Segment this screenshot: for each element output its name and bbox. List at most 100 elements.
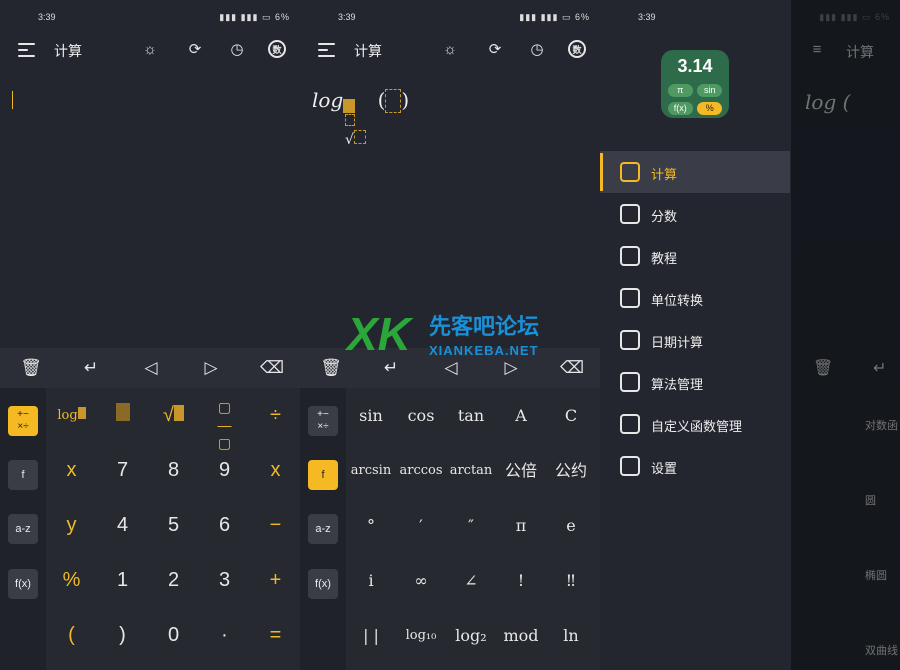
trash-icon[interactable]: 🗑	[20, 358, 42, 378]
menu-icon[interactable]	[18, 43, 35, 57]
left-arrow-icon[interactable]: ◁	[140, 358, 162, 378]
mode-letters-button[interactable]: a-z	[8, 514, 38, 544]
status-time-3: 3:39	[638, 12, 656, 22]
key-fraction[interactable]: ▢ — ▢	[199, 388, 250, 451]
func-key-3-0[interactable]: i	[346, 553, 396, 608]
key-0-1[interactable]: 7	[97, 443, 148, 498]
drawer-item-4[interactable]: 日期计算	[600, 319, 790, 361]
func-key-1-3[interactable]: 公倍	[496, 443, 546, 498]
func-key-3-3[interactable]: !	[496, 553, 546, 608]
key-2-0[interactable]: %	[46, 553, 97, 608]
func-key-1-1[interactable]: arccos	[396, 443, 446, 498]
function-icon	[620, 414, 640, 434]
rotate-icon-2[interactable]: ⟳	[485, 40, 505, 60]
mode-function-button-2[interactable]: f	[308, 460, 338, 490]
convert-icon	[620, 288, 640, 308]
func-key-2-2[interactable]: ″	[446, 498, 496, 553]
func-key-4-0[interactable]: | |	[346, 608, 396, 663]
drawer-item-1[interactable]: 分数	[600, 193, 790, 235]
key-3-4[interactable]: =	[250, 608, 300, 663]
drawer-item-0[interactable]: 计算	[600, 151, 790, 193]
watermark-english: XIANKEBA.NET	[429, 343, 539, 358]
book-icon	[620, 246, 640, 266]
drawer-item-5[interactable]: 算法管理	[600, 361, 790, 403]
func-key-3-2[interactable]: ∠	[446, 553, 496, 608]
key-0-0[interactable]: x	[46, 443, 97, 498]
func-key-0-2[interactable]: tan	[446, 388, 496, 443]
mode-function-button[interactable]: f	[8, 460, 38, 490]
backspace-icon-2[interactable]: ⌫	[560, 358, 584, 378]
key-log[interactable]: log	[46, 388, 97, 443]
backspace-icon[interactable]: ⌫	[260, 358, 284, 378]
func-key-2-4[interactable]: e	[546, 498, 596, 553]
key-0-2[interactable]: 8	[148, 443, 199, 498]
drawer-item-6[interactable]: 自定义函数管理	[600, 403, 790, 445]
mode-basic-button[interactable]: +− ×÷	[8, 406, 38, 436]
key-2-4[interactable]: +	[250, 553, 300, 608]
mode-letters-button-2[interactable]: a-z	[308, 514, 338, 544]
enter-icon-dim: ↵	[873, 360, 887, 377]
key-sqrt[interactable]: √	[148, 388, 199, 443]
key-1-3[interactable]: 6	[199, 498, 250, 553]
key-1-1[interactable]: 4	[97, 498, 148, 553]
func-key-0-4[interactable]: C	[546, 388, 596, 443]
drawer-item-label: 单位转换	[651, 293, 704, 308]
dim-category-label: 双曲线	[865, 645, 898, 657]
right-arrow-icon[interactable]: ▷	[200, 358, 222, 378]
key-0-4[interactable]: x	[250, 443, 300, 498]
func-key-4-4[interactable]: ln	[546, 608, 596, 663]
status-time-2: 3:39	[338, 12, 356, 22]
enter-icon[interactable]: ↵	[80, 358, 102, 378]
key-3-2[interactable]: 0	[148, 608, 199, 663]
history-icon-2[interactable]: ◷	[527, 40, 547, 60]
drawer-scrim[interactable]: ≡ 计算 log ( 🗑 ↵ 对数函圆椭圆 双曲线	[791, 0, 900, 670]
func-key-2-0[interactable]: °	[346, 498, 396, 553]
func-key-2-1[interactable]: ′	[396, 498, 446, 553]
key-1-2[interactable]: 5	[148, 498, 199, 553]
key-3-3[interactable]: ·	[199, 608, 250, 663]
dim-category-label: 对数函	[865, 420, 898, 432]
calculator-icon	[620, 162, 640, 182]
status-bar-2: 3:39 ▮▮▮ ▮▮▮ ▭ 6%	[300, 12, 600, 26]
func-key-0-3[interactable]: A	[496, 388, 546, 443]
func-key-1-4[interactable]: 公约	[546, 443, 596, 498]
key-1-4[interactable]: −	[250, 498, 300, 553]
key-divide[interactable]: ÷	[250, 388, 300, 443]
brightness-icon-2[interactable]: ☼	[440, 40, 460, 60]
key-2-2[interactable]: 2	[148, 553, 199, 608]
drawer-item-2[interactable]: 教程	[600, 235, 790, 277]
mode-basic-button-2[interactable]: +− ×÷	[308, 406, 338, 436]
key-3-1[interactable]: )	[97, 608, 148, 663]
editor-toolbar: 🗑 ↵ ◁ ▷ ⌫	[0, 348, 300, 388]
func-key-0-1[interactable]: cos	[396, 388, 446, 443]
number-icon[interactable]: 数	[268, 40, 286, 58]
trash-icon-2[interactable]: 🗑	[320, 358, 342, 378]
rotate-icon[interactable]: ⟳	[185, 40, 205, 60]
func-key-1-2[interactable]: arctan	[446, 443, 496, 498]
brightness-icon[interactable]: ☼	[140, 40, 160, 60]
func-key-1-0[interactable]: arcsin	[346, 443, 396, 498]
mode-custom-function-button-2[interactable]: f(x)	[308, 569, 338, 599]
history-icon[interactable]: ◷	[227, 40, 247, 60]
menu-icon-dim: ≡	[812, 41, 822, 58]
func-key-2-3[interactable]: π	[496, 498, 546, 553]
drawer-item-7[interactable]: 设置	[600, 445, 790, 487]
func-key-4-1[interactable]: log₁₀	[396, 608, 446, 663]
key-0-3[interactable]: 9	[199, 443, 250, 498]
func-key-4-3[interactable]: mod	[496, 608, 546, 663]
key-3-0[interactable]: (	[46, 608, 97, 663]
expression-log: log () √	[312, 88, 410, 148]
key-1-0[interactable]: y	[46, 498, 97, 553]
func-key-3-1[interactable]: ∞	[396, 553, 446, 608]
func-key-3-4[interactable]: ‼	[546, 553, 596, 608]
key-2-1[interactable]: 1	[97, 553, 148, 608]
func-key-4-2[interactable]: log₂	[446, 608, 496, 663]
key-power[interactable]	[97, 388, 148, 443]
func-key-0-0[interactable]: sin	[346, 388, 396, 443]
key-2-3[interactable]: 3	[199, 553, 250, 608]
mode-custom-function-button[interactable]: f(x)	[8, 569, 38, 599]
drawer-item-3[interactable]: 单位转换	[600, 277, 790, 319]
watermark-chinese: 先客吧论坛	[429, 314, 540, 339]
number-icon-2[interactable]: 数	[568, 40, 586, 58]
menu-icon-2[interactable]	[318, 43, 335, 57]
